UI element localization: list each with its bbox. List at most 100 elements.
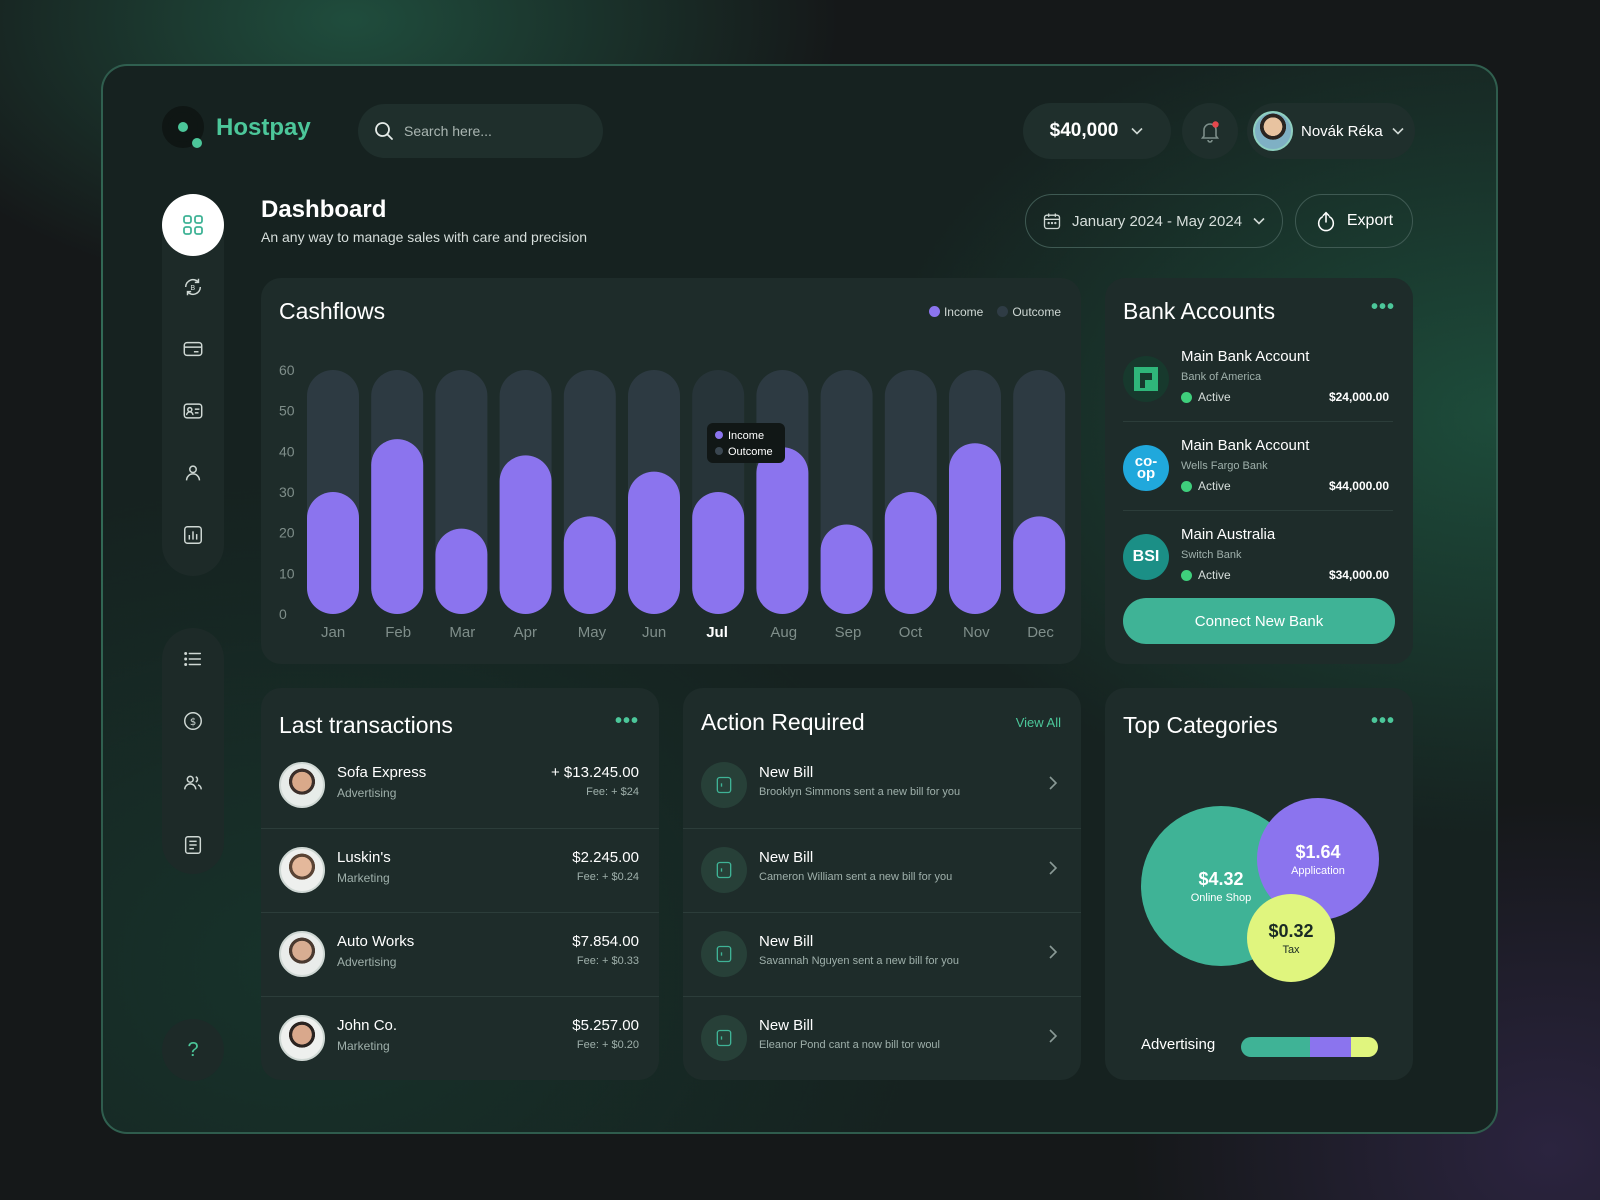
bar-income-dec[interactable] bbox=[1013, 516, 1066, 614]
logo-icon bbox=[162, 106, 206, 150]
coop-logo-icon: co-op bbox=[1123, 445, 1169, 491]
bar-income-jul[interactable] bbox=[692, 492, 745, 614]
sidebar-item-exchange[interactable]: B bbox=[162, 256, 224, 318]
sidebar-item-reports[interactable] bbox=[162, 504, 224, 566]
action-title: New Bill bbox=[759, 764, 814, 781]
sidebar-secondary: $ bbox=[162, 628, 224, 874]
table-row[interactable]: John Co. Marketing $5.257.00 Fee: + $0.2… bbox=[261, 996, 659, 1080]
status-dot bbox=[1181, 391, 1192, 403]
divider bbox=[1123, 421, 1393, 422]
bar-income-mar[interactable] bbox=[435, 528, 488, 614]
balance-value: $40,000 bbox=[1049, 120, 1119, 141]
sidebar-item-cards[interactable] bbox=[162, 318, 224, 380]
more-options-icon[interactable]: ••• bbox=[1371, 296, 1395, 319]
bar-income-jun[interactable] bbox=[628, 471, 680, 614]
sidebar-item-payments[interactable]: $ bbox=[162, 690, 224, 752]
bank-name: Bank of America bbox=[1181, 371, 1262, 383]
bank-name: Switch Bank bbox=[1181, 549, 1242, 561]
sidebar-item-team[interactable] bbox=[162, 752, 224, 814]
user-menu[interactable]: Novák Réka bbox=[1247, 103, 1415, 159]
advertising-segment-online-shop bbox=[1241, 1037, 1310, 1057]
sidebar-item-invoices[interactable] bbox=[162, 814, 224, 876]
page-subtitle: An any way to manage sales with care and… bbox=[261, 229, 588, 245]
status-badge: Active bbox=[1181, 568, 1231, 582]
bar-income-apr[interactable] bbox=[499, 455, 552, 614]
bar-income-jan[interactable] bbox=[307, 492, 359, 614]
app-window: Hostpay $40,000 Novák Réka B bbox=[101, 64, 1498, 1134]
bill-icon bbox=[701, 1015, 747, 1061]
dollar-icon: $ bbox=[184, 712, 202, 730]
list-item[interactable]: New Bill Brooklyn Simmons sent a new bil… bbox=[683, 744, 1081, 828]
transaction-fee: Fee: + $24 bbox=[586, 786, 639, 798]
export-label: Export bbox=[1346, 212, 1394, 229]
sidebar-item-list[interactable] bbox=[162, 628, 224, 690]
grid-icon bbox=[183, 215, 203, 235]
bank-logo-text: co-op bbox=[1134, 453, 1158, 482]
bank-accounts-card: Bank Accounts ••• Main Bank Account Bank… bbox=[1105, 278, 1413, 664]
y-tick-label: 40 bbox=[279, 443, 295, 459]
search-input[interactable] bbox=[404, 123, 584, 139]
y-tick-label: 20 bbox=[279, 525, 295, 541]
category-bubble-tax[interactable]: $0.32 Tax bbox=[1247, 894, 1335, 982]
bar-income-feb[interactable] bbox=[371, 439, 424, 614]
svg-text:B: B bbox=[190, 283, 195, 292]
advertising-segment-application bbox=[1309, 1037, 1351, 1057]
avatar bbox=[1253, 111, 1293, 151]
list-item[interactable]: New Bill Savannah Nguyen sent a new bill… bbox=[683, 912, 1081, 996]
x-tick-label: Jan bbox=[321, 624, 345, 641]
bank-balance: $34,000.00 bbox=[1328, 568, 1389, 582]
sidebar-item-contacts[interactable] bbox=[162, 380, 224, 442]
date-range-picker[interactable]: January 2024 - May 2024 bbox=[1025, 194, 1283, 248]
sidebar-item-profile[interactable] bbox=[162, 442, 224, 504]
bell-icon bbox=[1200, 121, 1220, 143]
list-item[interactable]: New Bill Eleanor Pond cant a now bill to… bbox=[683, 996, 1081, 1080]
bank-accounts-title: Bank Accounts bbox=[1123, 298, 1276, 324]
sidebar-item-dashboard[interactable] bbox=[162, 194, 224, 256]
balance-dropdown[interactable]: $40,000 bbox=[1023, 103, 1171, 159]
bar-income-oct[interactable] bbox=[884, 492, 937, 614]
bar-income-may[interactable] bbox=[563, 516, 616, 614]
advertising-label: Advertising bbox=[1141, 1036, 1216, 1053]
transaction-amount: $2.245.00 bbox=[572, 849, 639, 866]
transaction-category: Marketing bbox=[337, 1039, 390, 1053]
notification-button[interactable] bbox=[1182, 103, 1238, 159]
action-description: Eleanor Pond cant a now bill tor woul bbox=[759, 1039, 940, 1051]
transaction-fee: Fee: + $0.20 bbox=[576, 1039, 639, 1051]
more-options-icon[interactable]: ••• bbox=[615, 710, 639, 733]
bank-account-name: Main Bank Account bbox=[1181, 437, 1310, 454]
list-icon bbox=[184, 652, 202, 666]
list-item[interactable]: New Bill Cameron William sent a new bill… bbox=[683, 828, 1081, 912]
tooltip-income-label: Income bbox=[728, 430, 765, 442]
report-chart-icon bbox=[184, 526, 202, 544]
avatar bbox=[279, 1015, 325, 1061]
y-tick-label: 0 bbox=[279, 606, 287, 622]
export-button[interactable]: Export bbox=[1295, 194, 1413, 248]
chart-tooltip: Income Outcome bbox=[707, 423, 785, 463]
table-row[interactable]: Luskin's Marketing $2.245.00 Fee: + $0.2… bbox=[261, 828, 659, 912]
status-badge: Active bbox=[1181, 390, 1231, 404]
bar-income-aug[interactable] bbox=[756, 447, 809, 614]
legend-income[interactable]: Income bbox=[928, 305, 983, 319]
legend-outcome[interactable]: Outcome bbox=[997, 305, 1061, 319]
table-row[interactable]: Auto Works Advertising $7.854.00 Fee: + … bbox=[261, 912, 659, 996]
search-bar[interactable] bbox=[358, 104, 603, 158]
more-options-icon[interactable]: ••• bbox=[1371, 710, 1395, 733]
table-row[interactable]: Sofa Express Advertising + $13.245.00 Fe… bbox=[261, 744, 659, 828]
receipt-icon bbox=[184, 836, 202, 854]
help-button[interactable]: ? bbox=[162, 1019, 224, 1081]
category-value: $1.64 bbox=[1295, 841, 1341, 862]
bar-income-nov[interactable] bbox=[949, 443, 1001, 614]
brand-logo[interactable]: Hostpay bbox=[162, 106, 311, 150]
bank-name: Wells Fargo Bank bbox=[1181, 460, 1268, 472]
bar-income-sep[interactable] bbox=[820, 524, 873, 614]
y-tick-label: 60 bbox=[279, 362, 295, 378]
view-all-link[interactable]: View All bbox=[1016, 715, 1061, 730]
bill-icon bbox=[701, 931, 747, 977]
chevron-right-icon bbox=[1049, 945, 1058, 959]
last-transactions-card: Last transactions ••• Sofa Express Adver… bbox=[261, 688, 659, 1080]
x-tick-label: Apr bbox=[514, 624, 537, 641]
search-icon bbox=[375, 122, 393, 140]
x-tick-label: Oct bbox=[899, 624, 923, 641]
connect-new-bank-button[interactable]: Connect New Bank bbox=[1123, 598, 1395, 644]
legend-income-swatch bbox=[928, 306, 940, 317]
